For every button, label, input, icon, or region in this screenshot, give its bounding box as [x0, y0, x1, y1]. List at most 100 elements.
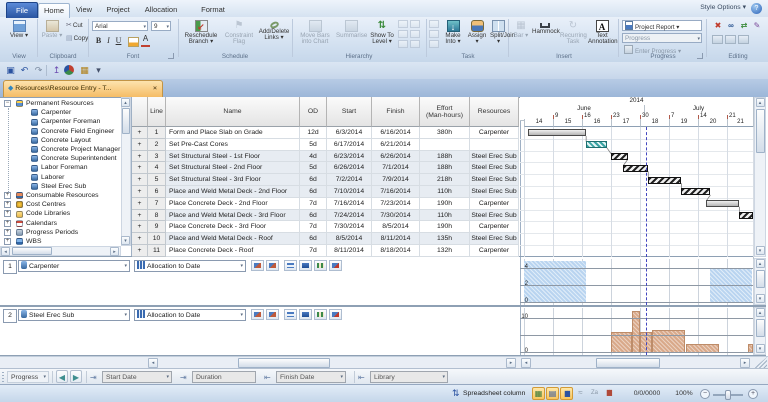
ribbon-tab-home[interactable]: Home	[38, 3, 70, 18]
task-finish-11[interactable]: 8/18/2014	[372, 245, 420, 257]
task-effort-11[interactable]: 132h	[420, 245, 470, 257]
ribbon-tab-allocation[interactable]: Allocation	[138, 3, 184, 17]
toolbar-grip[interactable]	[2, 372, 4, 382]
task-name-1[interactable]: Form and Place Slab on Grade	[166, 127, 300, 139]
task-effort-5[interactable]: 218h	[420, 174, 470, 186]
gantt-hscroll-right-button[interactable]: ▸	[740, 358, 750, 368]
row-marker[interactable]: +	[132, 198, 148, 210]
row-marker[interactable]: +	[132, 162, 148, 174]
task-od-1[interactable]: 12d	[300, 127, 327, 139]
tree-item-permanent-resources[interactable]: Permanent Resources	[26, 99, 94, 108]
task-start-11[interactable]: 8/11/2014	[327, 245, 372, 257]
gantt-hscroll-left-button[interactable]: ◂	[521, 358, 531, 368]
bar-button[interactable]: ▦Bar ▾	[512, 18, 530, 51]
row-marker[interactable]: +	[132, 151, 148, 163]
tree-item-cost-centres[interactable]: Cost Centres	[26, 200, 66, 209]
highlight-color-button[interactable]	[128, 37, 139, 47]
task-resources-2[interactable]	[470, 139, 519, 151]
progress-dropdown[interactable]: Progress▾	[7, 371, 49, 383]
task-resources-9[interactable]: Carpenter	[470, 221, 519, 233]
row-marker[interactable]: +	[132, 139, 148, 151]
gantt-vscroll-down[interactable]: ▾	[756, 246, 765, 255]
task-name-2[interactable]: Set Pre-Cast Cores	[166, 139, 300, 151]
task-resources-10[interactable]: Steel Erec Sub	[470, 233, 519, 245]
row-number-9[interactable]: 9	[148, 221, 166, 233]
task-resources-7[interactable]: Carpenter	[470, 198, 519, 210]
row-number-1[interactable]: 1	[148, 127, 166, 139]
task-effort-3[interactable]: 188h	[420, 151, 470, 163]
recurring-task-button[interactable]: ↻Recurring Task	[560, 18, 586, 51]
task-effort-1[interactable]: 380h	[420, 127, 470, 139]
spreadsheet-view-icon[interactable]: ▦	[532, 387, 545, 400]
show-to-level-button[interactable]: ⇅Show To Level ▾	[368, 18, 396, 51]
assign-button[interactable]: Assign ▾	[466, 18, 488, 51]
edit-spreadsheet-button[interactable]: ▦	[78, 64, 91, 77]
task-resources-4[interactable]: Steel Erec Sub	[470, 162, 519, 174]
refresh-button[interactable]: ⇄	[738, 20, 750, 32]
pane2-sash[interactable]	[0, 305, 766, 307]
task-effort-7[interactable]: 190h	[420, 198, 470, 210]
gantt-vscroll-thumb[interactable]	[756, 109, 765, 153]
unlink-tool-icon[interactable]	[725, 35, 736, 44]
gantt-hscroll-thumb[interactable]	[596, 358, 660, 368]
tree-hscroll-left[interactable]: ◂	[1, 247, 10, 256]
task-od-10[interactable]: 6d	[300, 233, 327, 245]
task-name-8[interactable]: Place and Weld Metal Deck - 3rd Floor	[166, 210, 300, 222]
link-selected-icon[interactable]	[429, 40, 439, 48]
pane2-vscroll-thumb[interactable]	[756, 319, 765, 337]
copy-button[interactable]: ▤Copy	[66, 33, 88, 44]
row-number-11[interactable]: 11	[148, 245, 166, 257]
add-delete-links-button[interactable]: Add/Delete Links ▾	[258, 18, 290, 51]
gantt-bar-row-1[interactable]	[528, 129, 586, 136]
view-button[interactable]: View ▾	[4, 18, 34, 51]
task-finish-1[interactable]: 6/16/2014	[372, 127, 420, 139]
find-button[interactable]: ∞	[725, 20, 737, 32]
filter-tool-icon[interactable]	[738, 35, 749, 44]
expand-branch-icon[interactable]	[398, 40, 408, 48]
tree-vscroll-up[interactable]: ▴	[121, 98, 130, 107]
task-name-3[interactable]: Set Structural Steel - 1st Floor	[166, 151, 300, 163]
task-start-1[interactable]: 6/3/2014	[327, 127, 372, 139]
sort-za-icon[interactable]: Za	[588, 387, 601, 400]
outdent-icon[interactable]	[398, 20, 408, 28]
delete-task-icon[interactable]	[429, 30, 439, 38]
tree-toggle-consumable-resources[interactable]: +	[4, 192, 11, 199]
task-start-9[interactable]: 7/30/2014	[327, 221, 372, 233]
tree-item-laborer[interactable]: Laborer	[41, 173, 64, 182]
tree-toggle-wbs[interactable]: +	[4, 238, 11, 245]
ribbon-tab-project[interactable]: Project	[100, 3, 136, 17]
paste-button[interactable]: Paste ▾	[40, 18, 64, 51]
row-number-7[interactable]: 7	[148, 198, 166, 210]
start-date-field[interactable]: Start Date▾	[102, 371, 172, 383]
table-hscroll-left-button[interactable]: ◂	[148, 358, 158, 368]
task-effort-6[interactable]: 110h	[420, 186, 470, 198]
row-number-4[interactable]: 4	[148, 162, 166, 174]
zoom-in-button[interactable]: +	[748, 389, 758, 399]
pane1-resource-dropdown[interactable]: Carpenter ▾	[18, 260, 130, 272]
task-effort-10[interactable]: 135h	[420, 233, 470, 245]
task-finish-3[interactable]: 6/26/2014	[372, 151, 420, 163]
task-start-10[interactable]: 8/5/2014	[327, 233, 372, 245]
task-resources-6[interactable]: Steel Erec Sub	[470, 186, 519, 198]
cut-button[interactable]: ✂Cut	[66, 20, 88, 31]
task-name-11[interactable]: Place Concrete Deck - Roof	[166, 245, 300, 257]
task-start-5[interactable]: 7/2/2014	[327, 174, 372, 186]
font-underline-button[interactable]: U	[114, 36, 123, 46]
progress-dropdown[interactable]: Progress▾	[622, 33, 702, 43]
font-color-button[interactable]: A	[141, 35, 150, 47]
paste-histogram-icon[interactable]	[266, 260, 279, 271]
font-dialog-launcher[interactable]	[168, 53, 174, 59]
table-view-icon[interactable]	[284, 260, 297, 271]
task-resources-1[interactable]: Carpenter	[470, 127, 519, 139]
insert-task-icon[interactable]	[429, 20, 439, 28]
tree-toggle-calendars[interactable]: +	[4, 220, 11, 227]
copy-histogram-icon[interactable]	[251, 260, 264, 271]
gantt-bar-row-8[interactable]	[739, 212, 753, 219]
zoom-slider-thumb[interactable]	[725, 390, 731, 400]
row-number-3[interactable]: 3	[148, 151, 166, 163]
tree-item-concrete-layout[interactable]: Concrete Layout	[41, 136, 91, 145]
ribbon-tab-view[interactable]: View	[70, 3, 98, 17]
task-name-4[interactable]: Set Structural Steel - 2nd Floor	[166, 162, 300, 174]
reschedule-branch-button[interactable]: ↙Reschedule Branch ▾	[182, 18, 220, 51]
gantt-vscroll-up[interactable]: ▴	[756, 98, 765, 107]
